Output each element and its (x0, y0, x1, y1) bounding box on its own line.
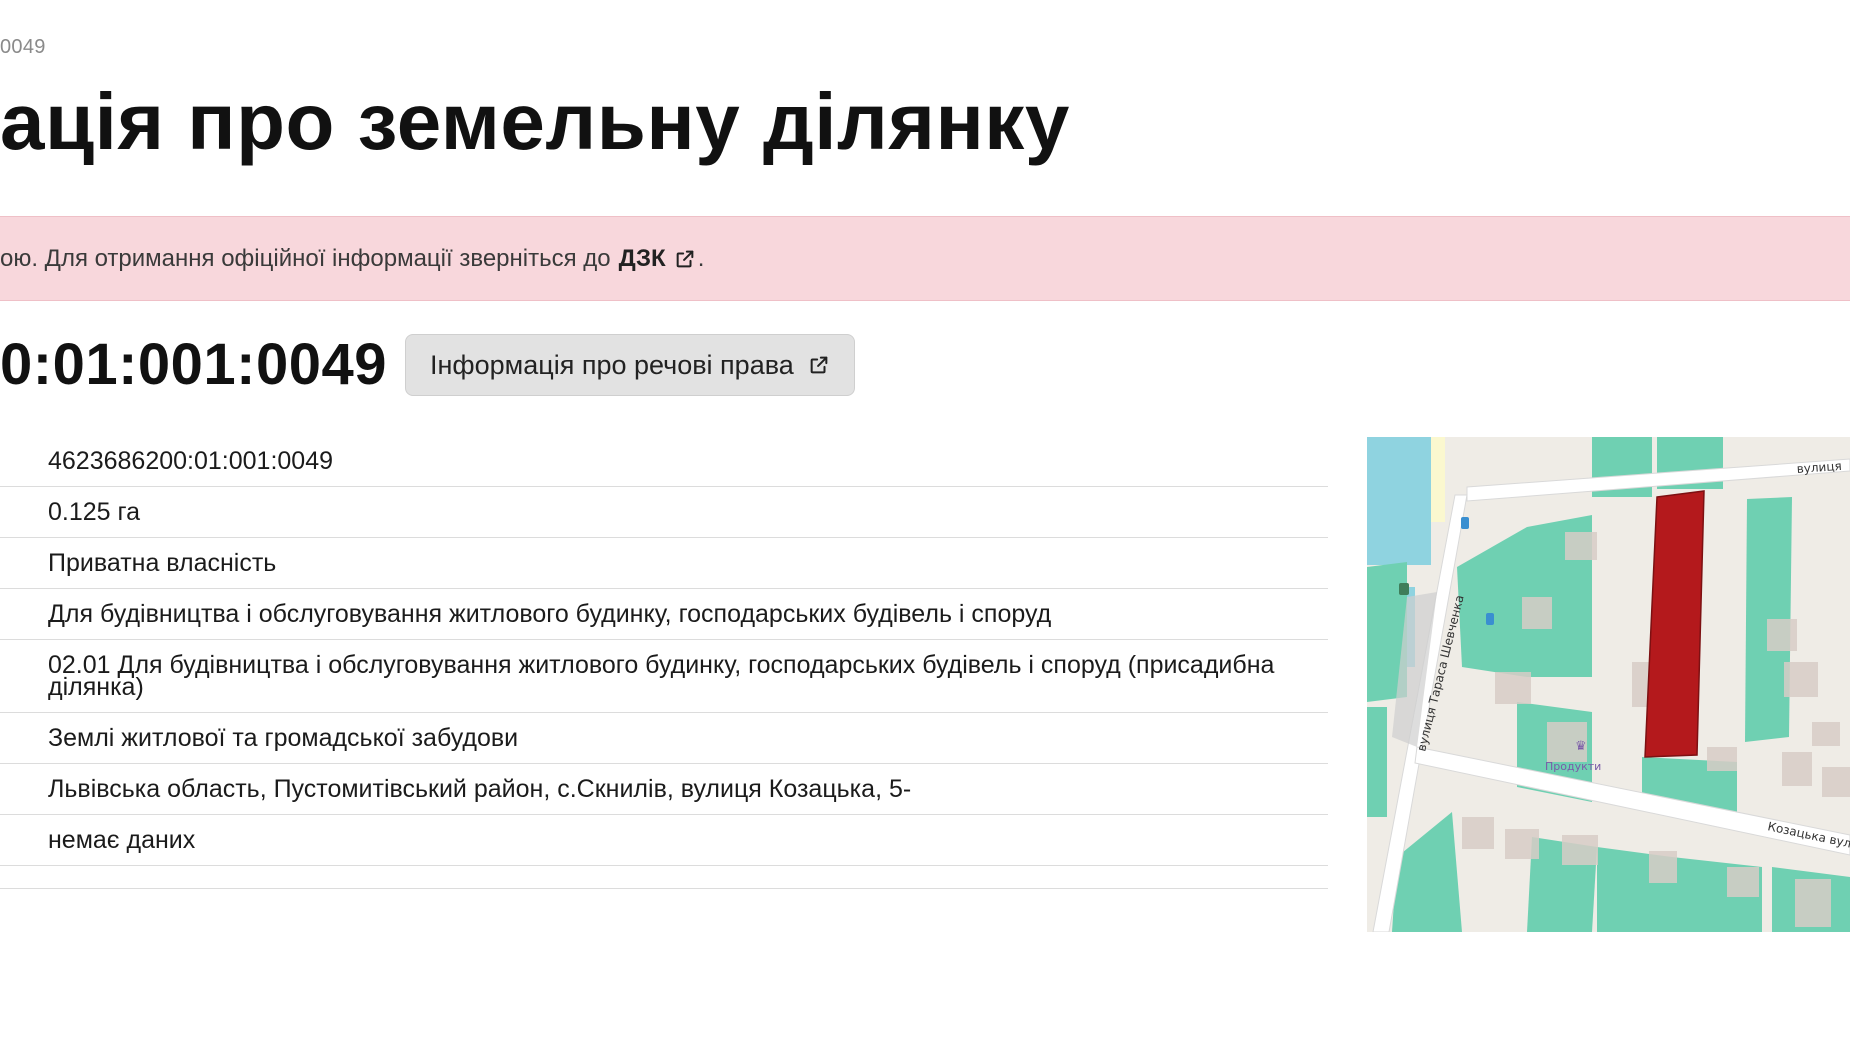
external-link-icon (810, 356, 828, 374)
details-row-address: Львівська область, Пустомитівський район… (0, 764, 1328, 815)
water-area (1367, 437, 1431, 565)
bus-stop-icon (1486, 613, 1494, 625)
bus-stop-icon (1461, 517, 1469, 529)
details-value: 02.01 Для будівництва і обслуговування ж… (48, 651, 1275, 701)
building (1707, 747, 1737, 771)
building (1767, 619, 1797, 651)
dzk-link[interactable]: ДЗК (619, 245, 696, 273)
building (1727, 867, 1759, 897)
building (1495, 672, 1531, 704)
details-row-cadastral-number: 4623686200:01:001:0049 (0, 436, 1328, 487)
breadcrumb[interactable]: 0049 (0, 36, 46, 59)
cadastral-number: 0:01:001:0049 (0, 332, 388, 397)
map-canvas[interactable]: ♛ Продукти вулиця Тараса Шевченка Козаць… (1367, 437, 1850, 932)
building (1562, 835, 1598, 865)
external-link-icon (676, 250, 694, 267)
building (1649, 851, 1677, 883)
building (1782, 752, 1812, 786)
details-value: Землі житлової та громадської забудови (48, 723, 519, 752)
shop-icon: ♛ (1575, 739, 1587, 754)
building (1565, 532, 1597, 560)
details-value: Львівська область, Пустомитівський район… (48, 774, 912, 803)
building (1784, 662, 1818, 697)
details-value: Приватна власність (48, 548, 277, 577)
building (1795, 879, 1831, 927)
details-row-purpose: Для будівництва і обслуговування житлово… (0, 589, 1328, 640)
cadastre-header: 0:01:001:0049 Інформація про речові прав… (0, 332, 855, 398)
details-value: 4623686200:01:001:0049 (48, 446, 334, 475)
details-row-ownership: Приватна власність (0, 538, 1328, 589)
property-rights-label: Інформація про речові права (430, 349, 794, 380)
details-row-extra: немає даних (0, 815, 1328, 866)
details-row-purpose-code: 02.01 Для будівництва і обслуговування ж… (0, 640, 1328, 713)
property-rights-button[interactable]: Інформація про речові права (405, 334, 855, 396)
details-row-area: 0.125 га (0, 487, 1328, 538)
parcel-details-table: 4623686200:01:001:0049 0.125 га Приватна… (0, 436, 1328, 889)
details-divider (0, 866, 1328, 889)
building (1462, 817, 1494, 849)
building (1505, 829, 1539, 859)
details-value: немає даних (48, 825, 196, 854)
building (1822, 767, 1850, 797)
poi-label: Продукти (1545, 760, 1601, 773)
details-value: Для будівництва і обслуговування житлово… (48, 599, 1052, 628)
page-title: ація про земельну ділянку (0, 77, 1070, 166)
parcel-map[interactable]: ♛ Продукти вулиця Тараса Шевченка Козаць… (1367, 437, 1850, 932)
disclaimer-text: ою. Для отримання офіційної інформації з… (0, 244, 611, 272)
details-value: 0.125 га (48, 497, 140, 526)
dzk-link-label: ДЗК (618, 244, 666, 272)
building (1522, 597, 1552, 629)
details-row-land-category: Землі житлової та громадської забудови (0, 713, 1328, 764)
notice-period: . (697, 244, 705, 272)
monument-icon (1399, 583, 1409, 595)
land-parcel (1367, 707, 1387, 817)
building (1812, 722, 1840, 746)
disclaimer-banner: ою. Для отримання офіційної інформації з… (0, 216, 1850, 301)
